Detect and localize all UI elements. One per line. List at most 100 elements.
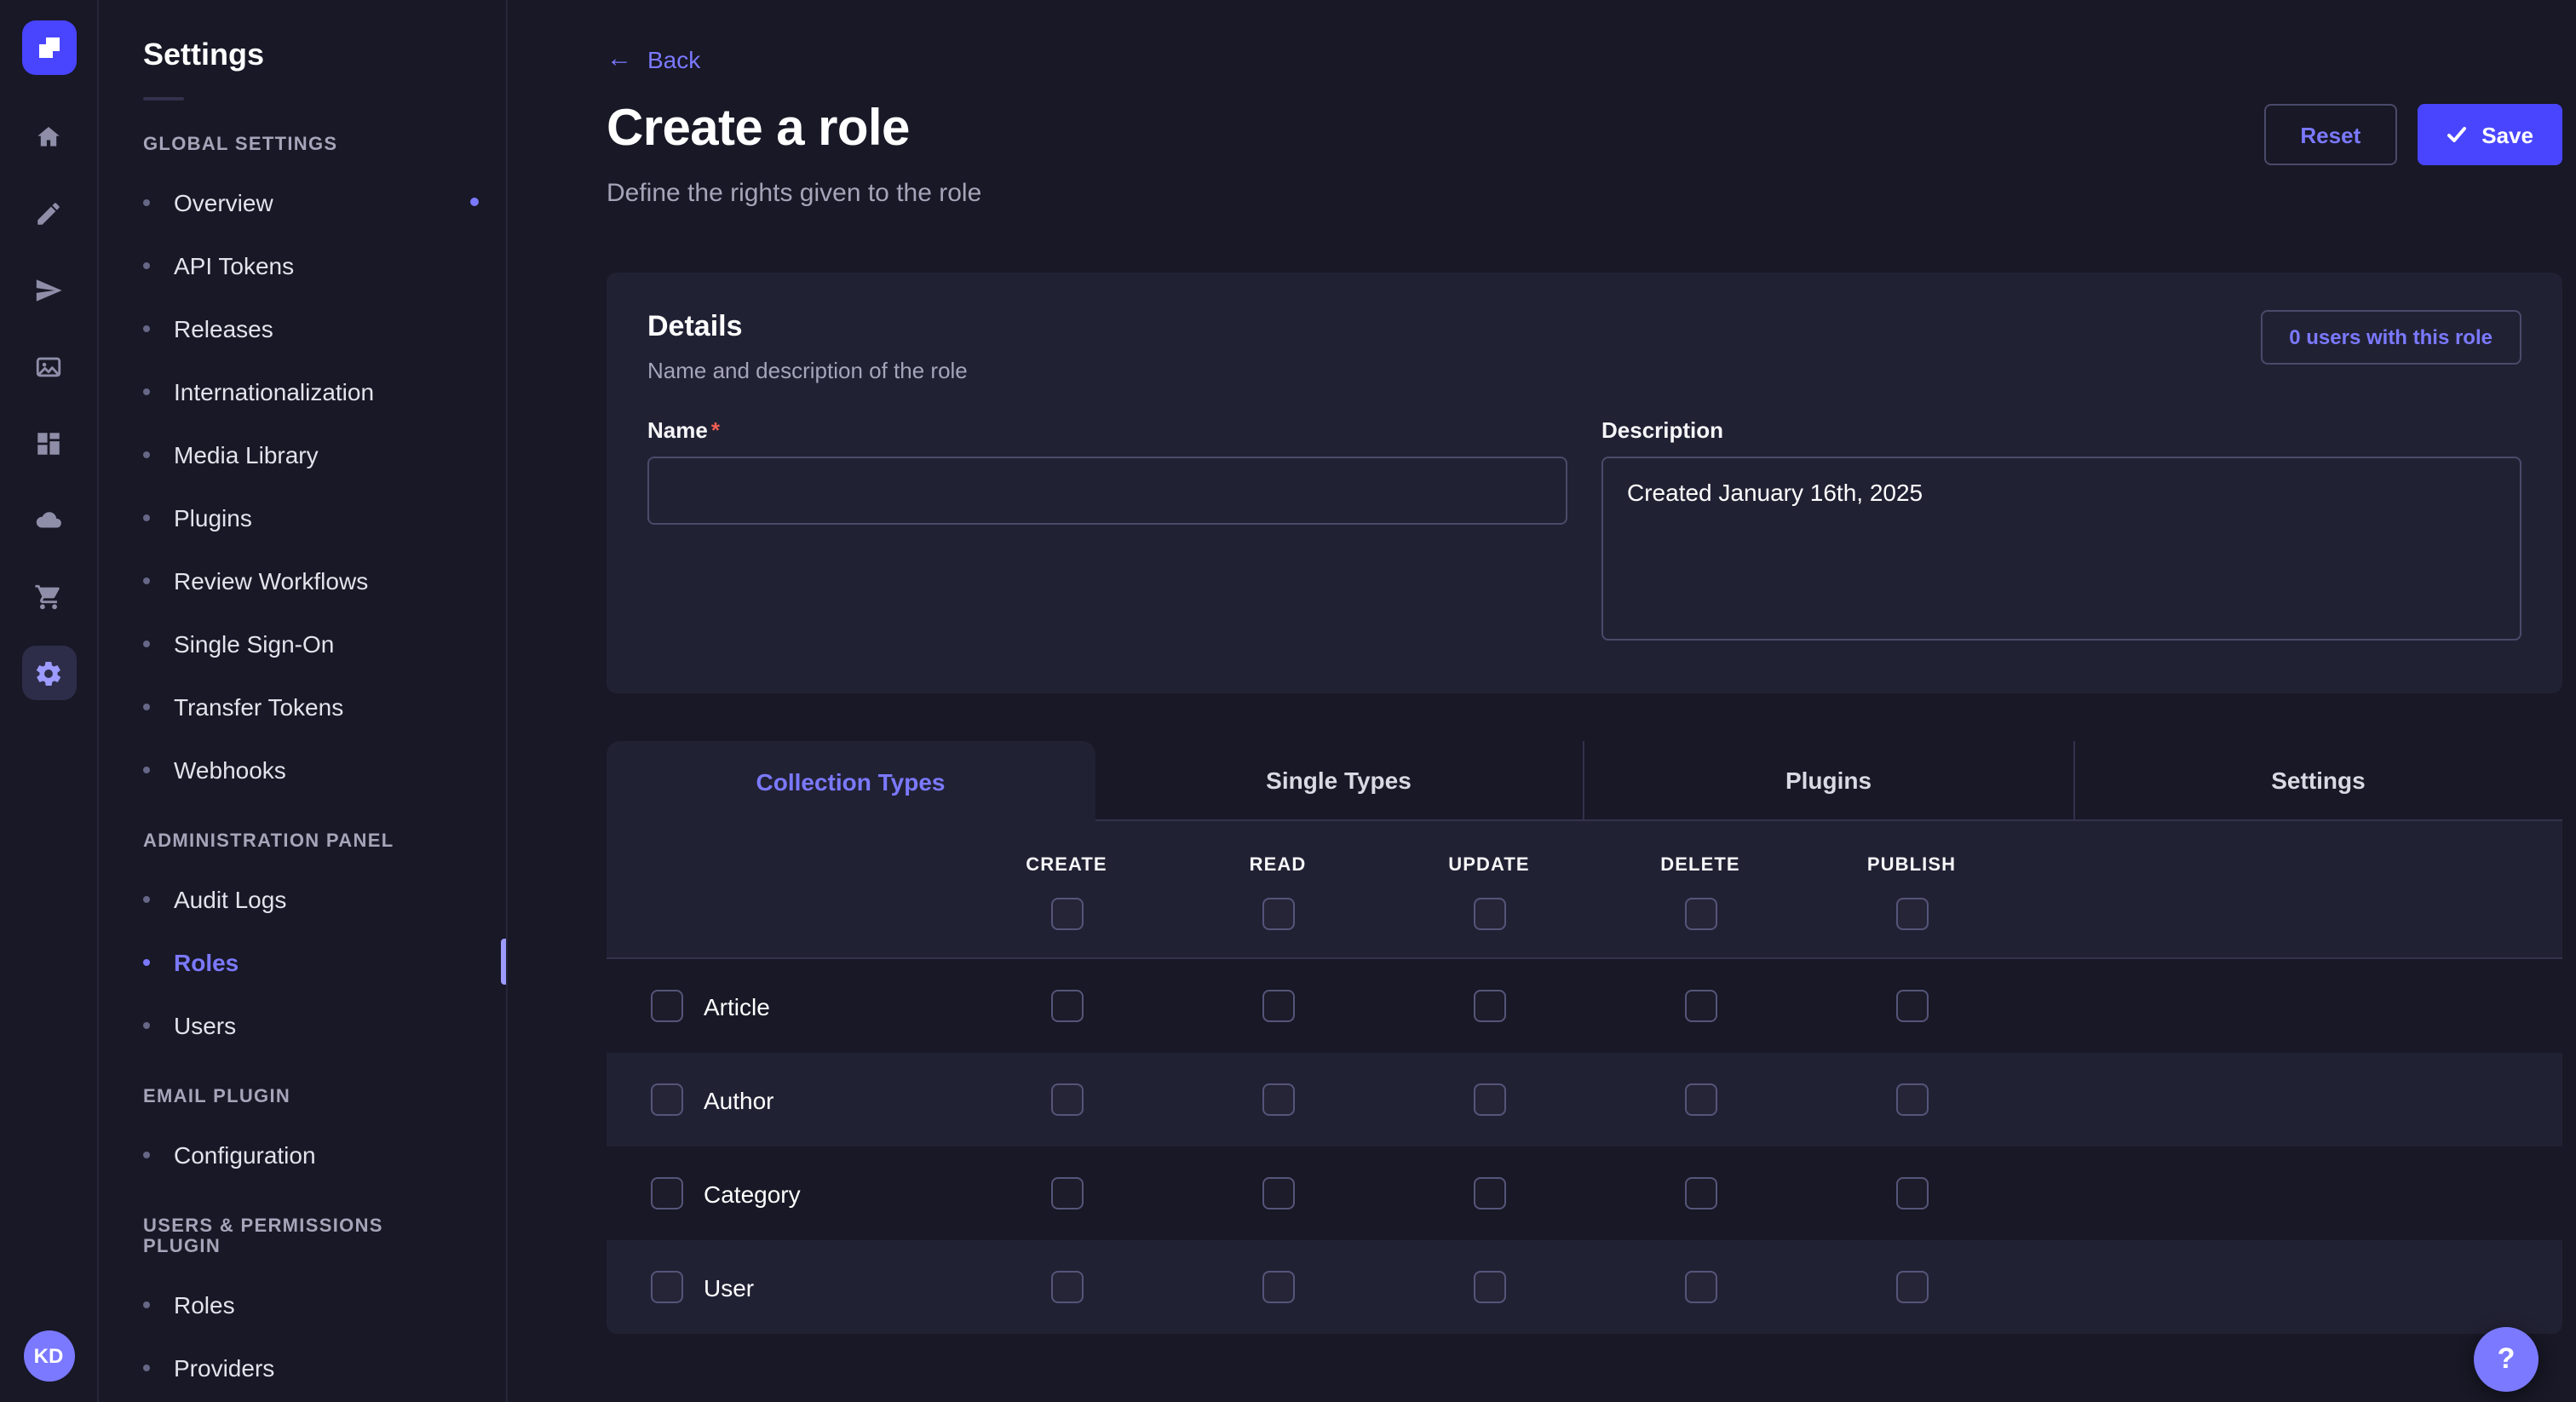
sidebar-item-audit-logs[interactable]: Audit Logs (99, 867, 506, 930)
page-subtitle: Define the rights given to the role (607, 179, 981, 208)
select-all-create-checkbox[interactable] (1050, 898, 1083, 930)
author-create-checkbox[interactable] (1050, 1083, 1083, 1116)
bullet-icon (143, 1364, 150, 1370)
sidebar-item-up-roles[interactable]: Roles (99, 1273, 506, 1336)
sidebar-item-api-tokens[interactable]: API Tokens (99, 233, 506, 296)
table-row-author: Author (607, 1053, 2562, 1146)
details-card: Details Name and description of the role… (607, 273, 2562, 693)
tab-collection-types[interactable]: Collection Types (607, 741, 1095, 821)
user-read-checkbox[interactable] (1262, 1271, 1294, 1303)
column-header-publish: PUBLISH (1867, 855, 1956, 876)
sidebar-item-users[interactable]: Users (99, 993, 506, 1056)
bullet-icon (143, 1301, 150, 1307)
user-publish-checkbox[interactable] (1895, 1271, 1928, 1303)
article-read-checkbox[interactable] (1262, 990, 1294, 1022)
category-publish-checkbox[interactable] (1895, 1177, 1928, 1210)
bullet-icon (143, 261, 150, 268)
marketplace-cart-icon[interactable] (21, 569, 76, 623)
sidebar-item-overview[interactable]: Overview (99, 170, 506, 233)
select-all-update-checkbox[interactable] (1473, 898, 1505, 930)
sidebar-item-configuration[interactable]: Configuration (99, 1123, 506, 1186)
select-all-read-checkbox[interactable] (1262, 898, 1294, 930)
cloud-icon[interactable] (21, 492, 76, 547)
name-column-spacer (607, 855, 961, 930)
name-input[interactable] (647, 457, 1567, 525)
permissions-header-row: CREATE READ UPDATE DELETE (607, 821, 2562, 959)
author-update-checkbox[interactable] (1473, 1083, 1505, 1116)
bullet-icon (143, 1151, 150, 1158)
user-create-checkbox[interactable] (1050, 1271, 1083, 1303)
bullet-icon (143, 514, 150, 520)
details-subtitle: Name and description of the role (647, 358, 968, 383)
user-avatar[interactable]: KD (23, 1330, 74, 1382)
article-create-checkbox[interactable] (1050, 990, 1083, 1022)
releases-icon[interactable] (21, 262, 76, 317)
user-update-checkbox[interactable] (1473, 1271, 1505, 1303)
category-row-checkbox[interactable] (651, 1177, 683, 1210)
author-delete-checkbox[interactable] (1684, 1083, 1716, 1116)
page-title: Create a role (607, 101, 981, 158)
main-content: ← Back Create a role Define the rights g… (508, 0, 2576, 1402)
article-delete-checkbox[interactable] (1684, 990, 1716, 1022)
section-heading-users-permissions-plugin: USERS & PERMISSIONS PLUGIN (99, 1186, 506, 1273)
back-link[interactable]: ← Back (607, 45, 700, 72)
sidebar-item-providers[interactable]: Providers (99, 1336, 506, 1399)
settings-gear-icon[interactable] (21, 646, 76, 700)
required-asterisk: * (711, 417, 720, 443)
author-read-checkbox[interactable] (1262, 1083, 1294, 1116)
sidebar-item-transfer-tokens[interactable]: Transfer Tokens (99, 675, 506, 738)
rail-icons (21, 109, 76, 700)
strapi-logo[interactable] (21, 20, 76, 75)
user-delete-checkbox[interactable] (1684, 1271, 1716, 1303)
bullet-icon (143, 451, 150, 457)
settings-sidebar: Settings GLOBAL SETTINGS Overview API To… (99, 0, 508, 1402)
reset-button[interactable]: Reset (2264, 104, 2396, 165)
media-library-icon[interactable] (21, 339, 76, 394)
sidebar-item-single-sign-on[interactable]: Single Sign-On (99, 612, 506, 675)
article-row-checkbox[interactable] (651, 990, 683, 1022)
article-publish-checkbox[interactable] (1895, 990, 1928, 1022)
bullet-icon (143, 388, 150, 394)
author-row-checkbox[interactable] (651, 1083, 683, 1116)
sidebar-item-roles[interactable]: Roles (99, 930, 506, 993)
content-manager-icon[interactable] (21, 186, 76, 240)
table-row-category: Category (607, 1146, 2562, 1240)
permissions-tabs: Collection Types Single Types Plugins Se… (607, 741, 2562, 821)
header-right-spacer (2017, 855, 2562, 930)
user-row-checkbox[interactable] (651, 1271, 683, 1303)
save-button[interactable]: Save (2417, 104, 2562, 165)
author-publish-checkbox[interactable] (1895, 1083, 1928, 1116)
sidebar-item-media-library[interactable]: Media Library (99, 422, 506, 486)
strapi-logo-glyph (35, 34, 62, 61)
home-icon[interactable] (21, 109, 76, 164)
bullet-icon (143, 577, 150, 583)
header-actions: Reset Save (2264, 104, 2562, 165)
tab-single-types[interactable]: Single Types (1095, 741, 1583, 821)
select-all-delete-checkbox[interactable] (1684, 898, 1716, 930)
permissions-rows: Article Author (607, 959, 2562, 1334)
sidebar-item-webhooks[interactable]: Webhooks (99, 738, 506, 801)
sidebar-item-plugins[interactable]: Plugins (99, 486, 506, 549)
select-all-publish-checkbox[interactable] (1895, 898, 1928, 930)
content-type-builder-icon[interactable] (21, 416, 76, 470)
column-header-delete: DELETE (1660, 855, 1739, 876)
check-icon (2446, 124, 2466, 145)
users-with-role-button[interactable]: 0 users with this role (2260, 310, 2521, 365)
tab-plugins[interactable]: Plugins (1583, 741, 2073, 821)
tab-settings[interactable]: Settings (2073, 741, 2562, 821)
description-textarea[interactable]: Created January 16th, 2025 (1601, 457, 2521, 641)
permissions-table: CREATE READ UPDATE DELETE (607, 821, 2562, 1334)
bullet-icon (143, 325, 150, 331)
sidebar-item-internationalization[interactable]: Internationalization (99, 359, 506, 422)
name-label: Name (647, 417, 708, 443)
category-delete-checkbox[interactable] (1684, 1177, 1716, 1210)
help-button[interactable]: ? (2474, 1327, 2539, 1392)
category-update-checkbox[interactable] (1473, 1177, 1505, 1210)
sidebar-item-review-workflows[interactable]: Review Workflows (99, 549, 506, 612)
article-update-checkbox[interactable] (1473, 990, 1505, 1022)
category-create-checkbox[interactable] (1050, 1177, 1083, 1210)
sidebar-item-releases[interactable]: Releases (99, 296, 506, 359)
back-arrow-icon: ← (607, 46, 632, 72)
category-read-checkbox[interactable] (1262, 1177, 1294, 1210)
table-row-user: User (607, 1240, 2562, 1334)
